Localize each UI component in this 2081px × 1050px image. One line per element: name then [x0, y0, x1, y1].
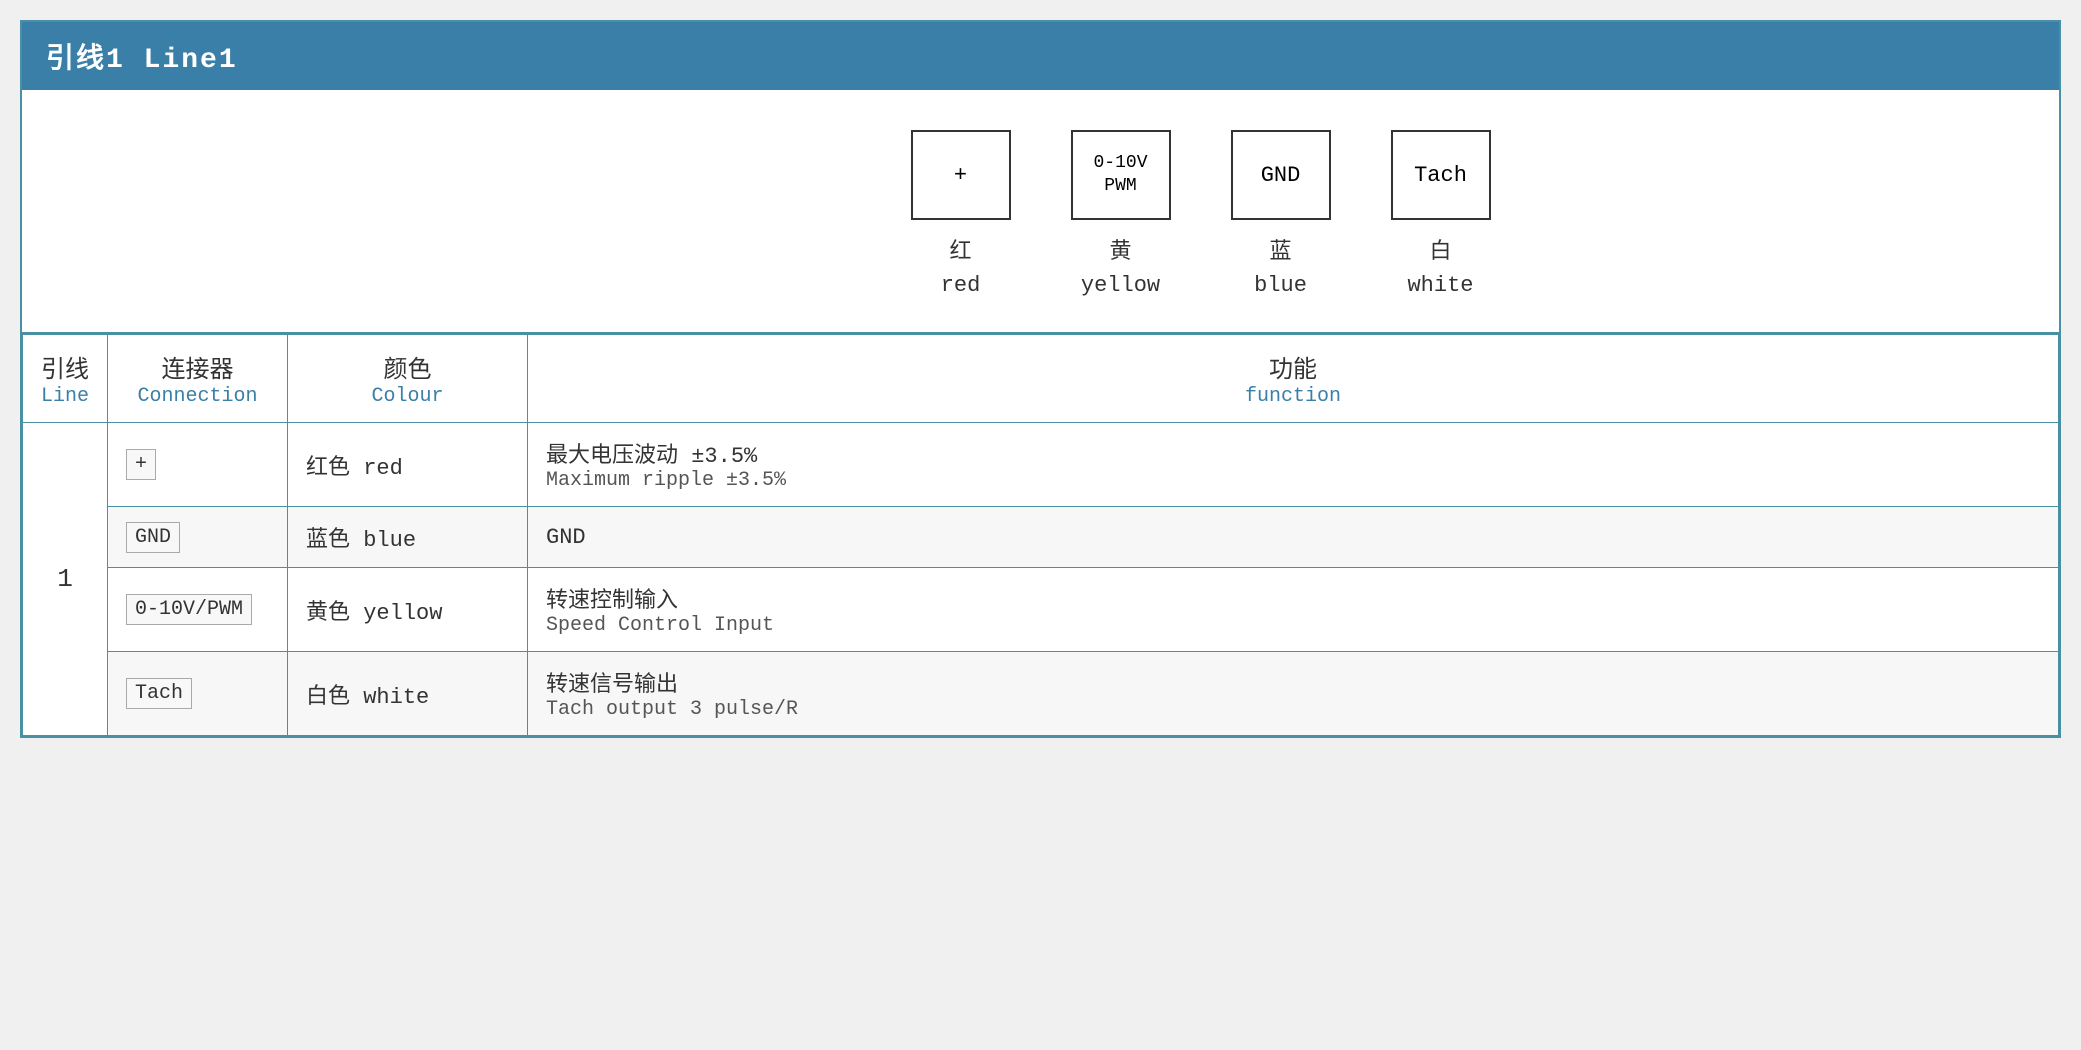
- main-container: 引线1 Line1 + 红 red 0-10VPWM 黄: [20, 20, 2061, 738]
- colour-yellow: 黄色 yellow: [306, 601, 442, 626]
- connector-en-pwm: yellow: [1081, 273, 1160, 298]
- table-row: GND 蓝色 blue GND: [23, 507, 2059, 568]
- connection-tag-plus: +: [126, 449, 156, 480]
- function-gnd: GND: [546, 525, 586, 550]
- th-connection-zh: 连接器: [126, 349, 269, 385]
- connector-label-gnd: 蓝 blue: [1254, 236, 1307, 302]
- td-function-red: 最大电压波动 ±3.5% Maximum ripple ±3.5%: [528, 423, 2059, 507]
- connector-symbol-tach: Tach: [1414, 163, 1467, 188]
- connector-en-gnd: blue: [1254, 273, 1307, 298]
- connector-box-pwm: 0-10VPWM: [1071, 130, 1171, 220]
- td-connection-gnd: GND: [108, 507, 288, 568]
- connector-box-tach: Tach: [1391, 130, 1491, 220]
- function-en-tach: Tach output 3 pulse/R: [546, 698, 2040, 721]
- connector-pwm: 0-10VPWM 黄 yellow: [1071, 130, 1171, 302]
- connector-tach: Tach 白 white: [1391, 130, 1491, 302]
- header-title: 引线1 Line1: [46, 45, 238, 76]
- function-zh-tach: 转速信号输出: [546, 666, 2040, 698]
- connector-symbol-gnd: GND: [1261, 163, 1301, 188]
- td-function-gnd: GND: [528, 507, 2059, 568]
- th-connection: 连接器 Connection: [108, 335, 288, 423]
- data-table: 引线 Line 连接器 Connection 颜色 Colour 功能 func…: [22, 334, 2059, 736]
- connector-box-gnd: GND: [1231, 130, 1331, 220]
- table-header-row: 引线 Line 连接器 Connection 颜色 Colour 功能 func…: [23, 335, 2059, 423]
- connection-tag-tach: Tach: [126, 678, 192, 709]
- function-zh-red: 最大电压波动 ±3.5%: [546, 437, 2040, 469]
- table-row: 0-10V/PWM 黄色 yellow 转速控制输入 Speed Control…: [23, 568, 2059, 652]
- connector-en-plus: red: [941, 273, 981, 298]
- connector-zh-tach: 白: [1429, 240, 1451, 265]
- diagram-section: + 红 red 0-10VPWM 黄 yellow: [22, 90, 2059, 334]
- connector-gnd: GND 蓝 blue: [1231, 130, 1331, 302]
- td-function-tach: 转速信号输出 Tach output 3 pulse/R: [528, 652, 2059, 736]
- table-row: Tach 白色 white 转速信号输出 Tach output 3 pulse…: [23, 652, 2059, 736]
- section-header: 引线1 Line1: [22, 22, 2059, 90]
- th-colour-zh: 颜色: [306, 349, 509, 385]
- connector-zh-gnd: 蓝: [1269, 240, 1291, 265]
- th-colour: 颜色 Colour: [288, 335, 528, 423]
- function-en-pwm: Speed Control Input: [546, 614, 2040, 637]
- connector-label-tach: 白 white: [1407, 236, 1473, 302]
- th-function: 功能 function: [528, 335, 2059, 423]
- td-function-pwm: 转速控制输入 Speed Control Input: [528, 568, 2059, 652]
- th-function-zh: 功能: [546, 349, 2040, 385]
- connector-zh-pwm: 黄: [1109, 240, 1131, 265]
- th-line-zh: 引线: [41, 349, 89, 385]
- th-line: 引线 Line: [23, 335, 108, 423]
- colour-white: 白色 white: [306, 685, 429, 710]
- td-line-number: 1: [23, 423, 108, 736]
- connector-en-tach: white: [1407, 273, 1473, 298]
- function-en-red: Maximum ripple ±3.5%: [546, 469, 2040, 492]
- td-colour-yellow: 黄色 yellow: [288, 568, 528, 652]
- connector-symbol-plus: +: [954, 163, 967, 188]
- colour-blue: 蓝色 blue: [306, 528, 416, 553]
- th-function-en: function: [546, 385, 2040, 408]
- td-colour-red: 红色 red: [288, 423, 528, 507]
- diagram-inner: + 红 red 0-10VPWM 黄 yellow: [911, 130, 1491, 302]
- connector-box-plus: +: [911, 130, 1011, 220]
- th-line-en: Line: [41, 385, 89, 408]
- th-colour-en: Colour: [306, 385, 509, 408]
- connector-label-plus: 红 red: [941, 236, 981, 302]
- connector-symbol-pwm: 0-10VPWM: [1093, 152, 1147, 199]
- function-zh-pwm: 转速控制输入: [546, 582, 2040, 614]
- table-section: 引线 Line 连接器 Connection 颜色 Colour 功能 func…: [22, 334, 2059, 736]
- td-colour-white: 白色 white: [288, 652, 528, 736]
- connection-tag-pwm: 0-10V/PWM: [126, 594, 252, 625]
- td-connection-tach: Tach: [108, 652, 288, 736]
- td-connection-plus: +: [108, 423, 288, 507]
- connector-label-pwm: 黄 yellow: [1081, 236, 1160, 302]
- connection-tag-gnd: GND: [126, 522, 180, 553]
- th-connection-en: Connection: [126, 385, 269, 408]
- td-colour-blue: 蓝色 blue: [288, 507, 528, 568]
- connector-zh-plus: 红: [949, 240, 971, 265]
- connector-plus: + 红 red: [911, 130, 1011, 302]
- td-connection-pwm: 0-10V/PWM: [108, 568, 288, 652]
- colour-red: 红色 red: [306, 456, 403, 481]
- table-row: 1 + 红色 red 最大电压波动 ±3.5% Maximum ripple ±…: [23, 423, 2059, 507]
